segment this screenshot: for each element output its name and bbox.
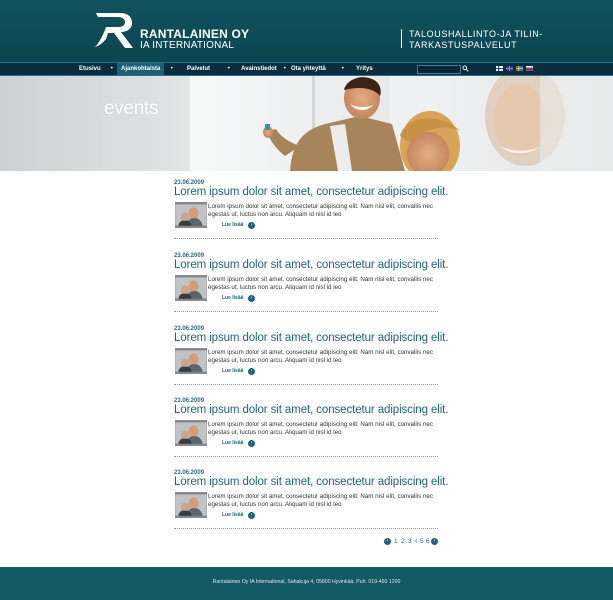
event-summary: Lorem ipsum dolor sit amet, consectetur …: [208, 203, 433, 218]
main-nav: Etusivu • Ajankohtaista • Palvelut • Ava…: [0, 62, 613, 76]
event-item: 23.06.2009 Lorem ipsum dolor sit amet, c…: [174, 180, 448, 250]
arrow-right-icon[interactable]: ›: [248, 512, 255, 519]
readmore-link[interactable]: Lue lisää: [222, 512, 243, 518]
ru-flag-icon[interactable]: [526, 66, 533, 71]
event-title[interactable]: Lorem ipsum dolor sit amet, consectetur …: [174, 404, 448, 416]
nav-item-etusivu[interactable]: Etusivu: [79, 63, 101, 75]
event-item: 23.06.2009 Lorem ipsum dolor sit amet, c…: [174, 326, 448, 396]
page-link[interactable]: 3: [408, 538, 412, 546]
event-summary: Lorem ipsum dolor sit amet, consectetur …: [208, 276, 433, 291]
event-thumbnail[interactable]: [175, 492, 207, 518]
nav-separator: •: [341, 65, 345, 72]
event-item: 23.06.2009 Lorem ipsum dolor sit amet, c…: [174, 398, 448, 468]
event-title[interactable]: Lorem ipsum dolor sit amet, consectetur …: [174, 186, 448, 198]
event-thumbnail[interactable]: [175, 275, 207, 301]
event-title[interactable]: Lorem ipsum dolor sit amet, consectetur …: [174, 259, 448, 271]
event-thumbnail[interactable]: [175, 348, 207, 374]
tagline-line1: TALOUSHALLINTO-JA TILIN-: [409, 29, 543, 39]
event-item: 23.06.2009 Lorem ipsum dolor sit amet, c…: [174, 253, 448, 323]
nav-separator: •: [110, 65, 114, 72]
readmore-link[interactable]: Lue lisää: [222, 222, 243, 228]
readmore-link[interactable]: Lue lisää: [222, 368, 243, 374]
tagline-line2: TARKASTUSPALVELUT: [409, 40, 518, 50]
search-input[interactable]: [417, 65, 461, 74]
page-link[interactable]: 6: [426, 538, 430, 546]
event-title[interactable]: Lorem ipsum dolor sit amet, consectetur …: [174, 332, 448, 344]
event-thumbnail[interactable]: [175, 202, 207, 228]
event-item: 23.06.2009 Lorem ipsum dolor sit amet, c…: [174, 470, 448, 540]
nav-separator: •: [170, 65, 174, 72]
page-link[interactable]: 5: [420, 538, 424, 546]
event-summary: Lorem ipsum dolor sit amet, consectetur …: [208, 349, 433, 364]
nav-item-avainstiedot[interactable]: Avainstiedot: [241, 63, 277, 75]
hero-title: events: [104, 98, 159, 119]
r-logo-icon[interactable]: [94, 11, 134, 49]
page-link-current[interactable]: 4: [414, 538, 418, 546]
divider: [174, 238, 438, 239]
footer-address: Rantalainen Oy IA International, Sahakuj…: [212, 579, 401, 585]
search-icon[interactable]: [462, 65, 469, 72]
brand-subtitle: IA INTERNATIONAL: [140, 40, 235, 51]
readmore-link[interactable]: Lue lisää: [222, 440, 243, 446]
chevron-left-icon[interactable]: ‹: [384, 538, 391, 545]
event-thumbnail[interactable]: [175, 420, 207, 446]
nav-separator: •: [283, 65, 287, 72]
event-summary: Lorem ipsum dolor sit amet, consectetur …: [208, 493, 433, 508]
page-link[interactable]: 1: [394, 538, 398, 546]
page-link[interactable]: 2: [401, 538, 405, 546]
se-flag-icon[interactable]: [516, 66, 523, 71]
chevron-right-icon[interactable]: ›: [431, 538, 438, 545]
tagline-divider: [401, 29, 402, 48]
nav-item-ota-yhteytta[interactable]: Ota yhteyttä: [291, 63, 326, 75]
site-footer: Rantalainen Oy IA International, Sahakuj…: [0, 567, 613, 600]
nav-item-ajankohtaista[interactable]: Ajankohtaista: [117, 63, 165, 75]
nav-separator: •: [227, 65, 231, 72]
event-title[interactable]: Lorem ipsum dolor sit amet, consectetur …: [174, 476, 448, 488]
divider: [174, 384, 438, 385]
nav-item-palvelut[interactable]: Palvelut: [187, 63, 210, 75]
readmore-link[interactable]: Lue lisää: [222, 295, 243, 301]
fi-flag-icon[interactable]: [496, 66, 503, 71]
arrow-right-icon[interactable]: ›: [248, 368, 255, 375]
hero-photo: [190, 76, 613, 171]
event-summary: Lorem ipsum dolor sit amet, consectetur …: [208, 421, 433, 436]
uk-flag-icon[interactable]: [506, 66, 513, 71]
site-header: RANTALAINEN OY IA INTERNATIONAL TALOUSHA…: [0, 0, 613, 62]
arrow-right-icon[interactable]: ›: [248, 440, 255, 447]
arrow-right-icon[interactable]: ›: [248, 222, 255, 229]
page: RANTALAINEN OY IA INTERNATIONAL TALOUSHA…: [0, 0, 613, 600]
hero-banner: events: [0, 76, 613, 171]
arrow-right-icon[interactable]: ›: [248, 295, 255, 302]
divider: [174, 311, 438, 312]
nav-item-yritys[interactable]: Yritys: [356, 63, 373, 75]
brand-name: RANTALAINEN OY: [140, 27, 250, 41]
divider: [174, 528, 438, 529]
divider: [174, 456, 438, 457]
